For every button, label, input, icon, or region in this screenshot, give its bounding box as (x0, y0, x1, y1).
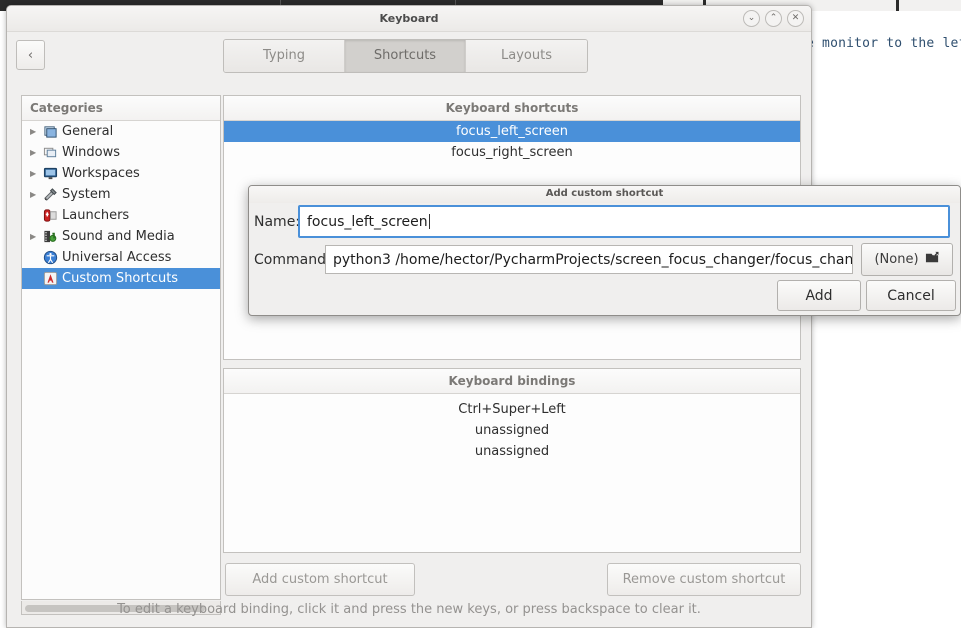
binding-row-2[interactable]: unassigned (224, 441, 800, 462)
chevron-right-icon[interactable]: ▶ (30, 127, 43, 136)
dialog-add-button[interactable]: Add (777, 280, 861, 311)
back-button[interactable]: ‹ (16, 40, 45, 70)
window-controls: ⌄ ⌃ ✕ (743, 10, 804, 27)
sidebar-item-workspaces[interactable]: ▶ Workspaces (22, 163, 220, 184)
tab-typing[interactable]: Typing (224, 40, 345, 72)
keyboard-shortcuts-header: Keyboard shortcuts (224, 96, 800, 121)
sidebar-item-windows[interactable]: ▶ Windows (22, 142, 220, 163)
tab-layouts[interactable]: Layouts (466, 40, 587, 72)
chevron-right-icon[interactable]: ▶ (30, 190, 43, 199)
shortcut-row-focus-right-screen[interactable]: focus_right_screen (224, 142, 800, 163)
dialog-title: Add custom shortcut (249, 186, 960, 203)
shortcut-row-focus-left-screen[interactable]: focus_left_screen (224, 121, 800, 142)
keyboard-bindings-header: Keyboard bindings (224, 369, 800, 394)
sidebar-item-custom-shortcuts[interactable]: Custom Shortcuts (22, 268, 220, 289)
sidebar-item-system[interactable]: ▶ System (22, 184, 220, 205)
file-picker-button[interactable]: (None) (861, 243, 953, 276)
name-input-value: focus_left_screen (307, 213, 428, 230)
workspaces-icon (43, 166, 62, 181)
command-input-value: python3 /home/hector/PycharmProjects/scr… (333, 251, 853, 268)
background-editor-text: e monitor to the left (806, 36, 961, 51)
maximize-icon[interactable]: ⌃ (765, 10, 782, 27)
toolbar: ‹ Typing Shortcuts Layouts (7, 32, 811, 78)
categories-list: ▶ General ▶ Windows ▶ Workspaces ▶ System Launch… (22, 121, 220, 289)
windows-icon (43, 145, 62, 160)
command-input[interactable]: python3 /home/hector/PycharmProjects/scr… (325, 245, 853, 274)
system-icon (43, 187, 62, 202)
tab-shortcuts[interactable]: Shortcuts (345, 40, 466, 72)
text-caret (428, 214, 430, 229)
categories-panel: Categories ▶ General ▶ Windows ▶ Workspaces ▶ S… (21, 95, 221, 600)
name-label: Name: (254, 214, 301, 230)
window-titlebar[interactable]: Keyboard ⌄ ⌃ ✕ (7, 6, 811, 32)
name-input[interactable]: focus_left_screen (298, 205, 950, 238)
tab-bar: Typing Shortcuts Layouts (223, 39, 588, 73)
sidebar-item-label: Sound and Media (62, 229, 175, 244)
sidebar-item-general[interactable]: ▶ General (22, 121, 220, 142)
custom-shortcuts-icon (43, 271, 62, 286)
sidebar-item-label: General (62, 124, 114, 139)
sound-media-icon (43, 229, 62, 244)
keyboard-settings-window: Keyboard ⌄ ⌃ ✕ ‹ Typing Shortcuts Layout… (6, 5, 812, 628)
sidebar-item-universal-access[interactable]: Universal Access (22, 247, 220, 268)
general-icon (43, 124, 62, 139)
window-body: Categories ▶ General ▶ Windows ▶ Workspaces ▶ S… (7, 78, 811, 627)
add-custom-shortcut-button[interactable]: Add custom shortcut (225, 563, 415, 596)
launchers-icon (43, 208, 62, 223)
sidebar-item-label: Launchers (62, 208, 130, 223)
categories-header: Categories (22, 96, 220, 121)
minimize-icon[interactable]: ⌄ (743, 10, 760, 27)
sidebar-item-label: Windows (62, 145, 121, 160)
sidebar-item-launchers[interactable]: Launchers (22, 205, 220, 226)
screen: e monitor to the left Keyboard ⌄ ⌃ ✕ ‹ T… (0, 0, 961, 628)
hint-text: To edit a keyboard binding, click it and… (117, 602, 701, 617)
keyboard-bindings-panel: Keyboard bindings Ctrl+Super+Left unassi… (223, 368, 801, 553)
chevron-right-icon[interactable]: ▶ (30, 232, 43, 241)
binding-row-0[interactable]: Ctrl+Super+Left (224, 399, 800, 420)
command-label: Command: (254, 252, 331, 268)
universal-access-icon (43, 250, 62, 265)
window-title: Keyboard (379, 12, 439, 25)
dialog-cancel-button[interactable]: Cancel (866, 280, 956, 311)
file-picker-label: (None) (874, 252, 919, 267)
chevron-right-icon[interactable]: ▶ (30, 148, 43, 157)
sidebar-item-label: Workspaces (62, 166, 140, 181)
sidebar-item-label: System (62, 187, 111, 202)
open-folder-icon (925, 250, 940, 269)
sidebar-item-label: Universal Access (62, 250, 172, 265)
binding-row-1[interactable]: unassigned (224, 420, 800, 441)
sidebar-item-sound-and-media[interactable]: ▶ Sound and Media (22, 226, 220, 247)
remove-custom-shortcut-button[interactable]: Remove custom shortcut (607, 563, 801, 596)
close-icon[interactable]: ✕ (787, 10, 804, 27)
chevron-right-icon[interactable]: ▶ (30, 169, 43, 178)
sidebar-item-label: Custom Shortcuts (62, 271, 179, 286)
